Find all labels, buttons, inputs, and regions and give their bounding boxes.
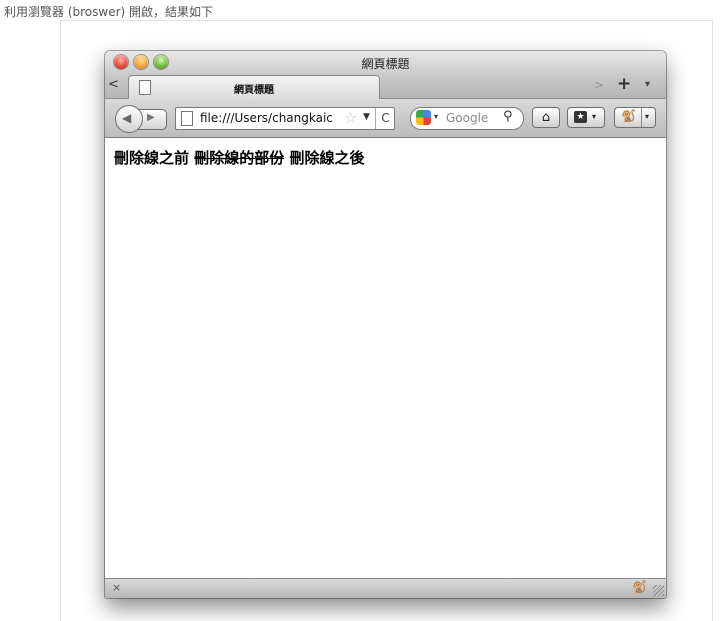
- url-bar[interactable]: file:///Users/changkaic ☆ ▼ C: [175, 107, 395, 130]
- status-bar: × 🐒: [105, 578, 666, 598]
- bookmarks-button[interactable]: ★ ▾: [567, 107, 605, 128]
- resize-grip[interactable]: [653, 585, 664, 596]
- strikethrough-text: 刪除線的部份: [194, 149, 285, 167]
- window-title: 網頁標題: [361, 57, 410, 71]
- page-content: 刪除線之前 刪除線的部份 刪除線之後: [105, 138, 666, 578]
- page-icon: [181, 111, 193, 126]
- title-bar: 網頁標題: [105, 51, 666, 73]
- chevron-down-icon: ▾: [592, 112, 597, 121]
- home-button[interactable]: ⌂: [532, 107, 560, 128]
- back-forward-group: ▶ ◀: [115, 105, 167, 133]
- browser-window: 網頁標題 < 網頁標題 > + ▾ ▶ ◀ file:///Users/chan…: [105, 51, 666, 598]
- chevron-down-icon[interactable]: ▾: [645, 112, 649, 121]
- url-history-dropdown[interactable]: ▼: [363, 112, 370, 122]
- monkey-icon: 🐒: [621, 109, 636, 123]
- back-arrow-icon: ◀: [122, 111, 132, 125]
- rendered-text: 刪除線之前 刪除線的部份 刪除線之後: [114, 147, 365, 168]
- back-button[interactable]: ◀: [115, 105, 143, 133]
- monkey-icon[interactable]: 🐒: [632, 580, 647, 594]
- search-bar[interactable]: ▾ Google ⚲: [410, 107, 524, 130]
- tab-scroll-right-button[interactable]: >: [594, 78, 604, 92]
- url-input[interactable]: file:///Users/changkaic: [200, 111, 338, 125]
- text-before: 刪除線之前: [114, 149, 190, 167]
- google-icon[interactable]: [416, 110, 431, 125]
- search-engine-dropdown[interactable]: ▾: [434, 112, 438, 121]
- text-after: 刪除線之後: [289, 149, 365, 167]
- tab-scroll-left-button[interactable]: <: [108, 77, 119, 92]
- search-input[interactable]: Google: [446, 111, 488, 125]
- tab-label: 網頁標題: [234, 85, 274, 96]
- divider: [641, 108, 642, 127]
- search-icon[interactable]: ⚲: [503, 109, 513, 124]
- bookmark-star-icon[interactable]: ☆: [344, 109, 357, 127]
- tab-list-button[interactable]: ▾: [645, 79, 650, 90]
- tab-active[interactable]: 網頁標題: [128, 75, 380, 100]
- tab-bar: < 網頁標題 > + ▾: [105, 73, 666, 100]
- bookmarks-icon: ★: [574, 111, 587, 123]
- forward-arrow-icon: ▶: [147, 112, 155, 123]
- caption-text: 利用瀏覽器 (broswer) 開啟，結果如下: [4, 5, 214, 19]
- close-icon[interactable]: ×: [112, 581, 121, 594]
- reload-button[interactable]: C: [375, 108, 395, 129]
- navigation-toolbar: ▶ ◀ file:///Users/changkaic ☆ ▼ C ▾ Goog…: [105, 99, 666, 138]
- new-tab-button[interactable]: +: [617, 74, 631, 94]
- addon-button[interactable]: 🐒 ▾: [614, 107, 656, 128]
- home-icon: ⌂: [541, 110, 551, 125]
